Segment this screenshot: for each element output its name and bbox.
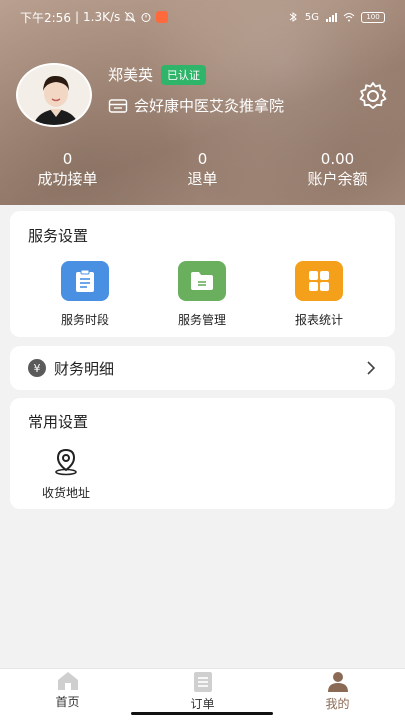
clipboard-icon: [76, 269, 94, 292]
store-icon: [108, 98, 128, 113]
service-management-button[interactable]: 服务管理: [157, 261, 247, 328]
status-bar: 下午2:56 | 1.3K/s 5G 100: [0, 0, 405, 34]
finance-label: 财务明细: [54, 359, 115, 378]
service-label: 服务管理: [177, 313, 226, 327]
chevron-right-icon: [367, 361, 376, 375]
location-pin-icon: [55, 448, 77, 476]
status-time: 下午2:56: [20, 10, 71, 25]
stat-label: 退单: [187, 170, 218, 188]
stat-value: 0: [62, 150, 73, 168]
stat-balance[interactable]: 0.00 账户余额: [270, 150, 405, 196]
wifi-icon: [343, 13, 355, 22]
stats-row: 0 成功接单 0 退单 0.00 账户余额: [0, 150, 405, 196]
service-label: 报表统计: [294, 313, 343, 327]
alarm-icon: [141, 13, 151, 22]
user-icon: [327, 672, 348, 692]
settings-gear-icon[interactable]: [357, 80, 389, 112]
signal-type: 5G: [304, 11, 319, 23]
profile-header: 下午2:56 | 1.3K/s 5G 100 郑美英 已认证 会好康中医艾灸推拿…: [0, 0, 405, 205]
service-icon-bg: [61, 261, 109, 301]
service-icon-bg: [295, 261, 343, 301]
grid-icon: [309, 271, 329, 291]
service-label: 服务时段: [60, 313, 109, 327]
user-name: 郑美英: [108, 66, 154, 84]
yen-icon: ¥: [28, 359, 46, 377]
network-speed: 1.3K/s: [83, 10, 121, 24]
common-settings-card: 常用设置 收货地址: [10, 398, 395, 509]
shop-row: 会好康中医艾灸推拿院: [108, 95, 284, 116]
tab-mine[interactable]: 我的: [270, 669, 405, 720]
home-icon: [57, 672, 78, 690]
stat-label: 成功接单: [37, 170, 98, 188]
app-notification-icon: [156, 11, 169, 23]
folder-icon: [191, 272, 213, 290]
tab-label: 我的: [325, 697, 350, 711]
shop-name: 会好康中医艾灸推拿院: [134, 97, 285, 115]
stat-value: 0.00: [320, 150, 355, 168]
bluetooth-icon: [289, 12, 297, 22]
tab-home[interactable]: 首页: [0, 669, 135, 720]
stat-success-orders[interactable]: 0 成功接单: [0, 150, 135, 196]
stat-label: 账户余额: [307, 170, 368, 188]
tab-label: 首页: [55, 695, 80, 709]
orders-icon: [193, 672, 212, 692]
stat-refund-orders[interactable]: 0 退单: [135, 150, 270, 196]
mute-bell-icon: [124, 11, 136, 23]
avatar[interactable]: [16, 63, 92, 127]
tab-label: 订单: [190, 697, 215, 711]
report-statistics-button[interactable]: 报表统计: [274, 261, 364, 328]
common-settings-title: 常用设置: [28, 413, 89, 431]
shipping-address-button[interactable]: 收货地址: [28, 448, 104, 501]
user-name-row: 郑美英 已认证: [108, 64, 207, 85]
home-indicator: [131, 712, 273, 715]
avatar-portrait: [18, 65, 90, 125]
service-time-slot-button[interactable]: 服务时段: [40, 261, 130, 328]
shipping-address-label: 收货地址: [41, 486, 90, 500]
service-settings-title: 服务设置: [28, 227, 89, 245]
service-icon-bg: [178, 261, 226, 301]
signal-bars-icon: [326, 13, 337, 22]
battery-icon: 100: [361, 11, 385, 23]
stat-value: 0: [197, 150, 208, 168]
verified-badge: 已认证: [161, 64, 207, 85]
service-settings-card: 服务设置 服务时段 服务管理 报表统计: [10, 211, 395, 337]
finance-detail-row[interactable]: ¥ 财务明细: [10, 346, 395, 390]
